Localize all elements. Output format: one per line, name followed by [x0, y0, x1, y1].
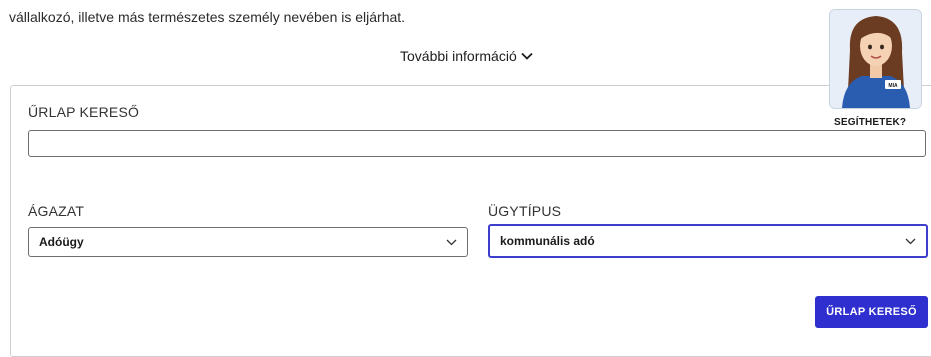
ugytipus-select[interactable]: kommunális adó: [488, 224, 928, 258]
ugytipus-label: ÜGYTÍPUS: [488, 203, 562, 219]
agazat-label: ÁGAZAT: [28, 203, 85, 219]
assistant-avatar[interactable]: MIA: [829, 9, 922, 109]
search-input[interactable]: [28, 130, 926, 157]
chevron-down-icon: [521, 52, 533, 60]
assistant-caption[interactable]: SEGÍTHETEK?: [834, 117, 906, 128]
assistant-badge: MIA: [888, 83, 898, 89]
assistant-illustration: MIA: [830, 10, 921, 108]
more-info-toggle[interactable]: További információ: [400, 48, 533, 64]
ugytipus-value: kommunális adó: [500, 234, 595, 248]
form-panel: [10, 85, 931, 357]
intro-text: vállalkozó, illetve más természetes szem…: [9, 9, 406, 25]
form-search-button[interactable]: ŰRLAP KERESŐ: [815, 296, 928, 328]
search-label: ŰRLAP KERESŐ: [28, 104, 140, 120]
chevron-down-icon: [446, 239, 457, 245]
chevron-down-icon: [905, 238, 916, 244]
agazat-select[interactable]: Adóügy: [28, 227, 468, 257]
more-info-label: További információ: [400, 48, 517, 64]
agazat-value: Adóügy: [39, 235, 84, 249]
